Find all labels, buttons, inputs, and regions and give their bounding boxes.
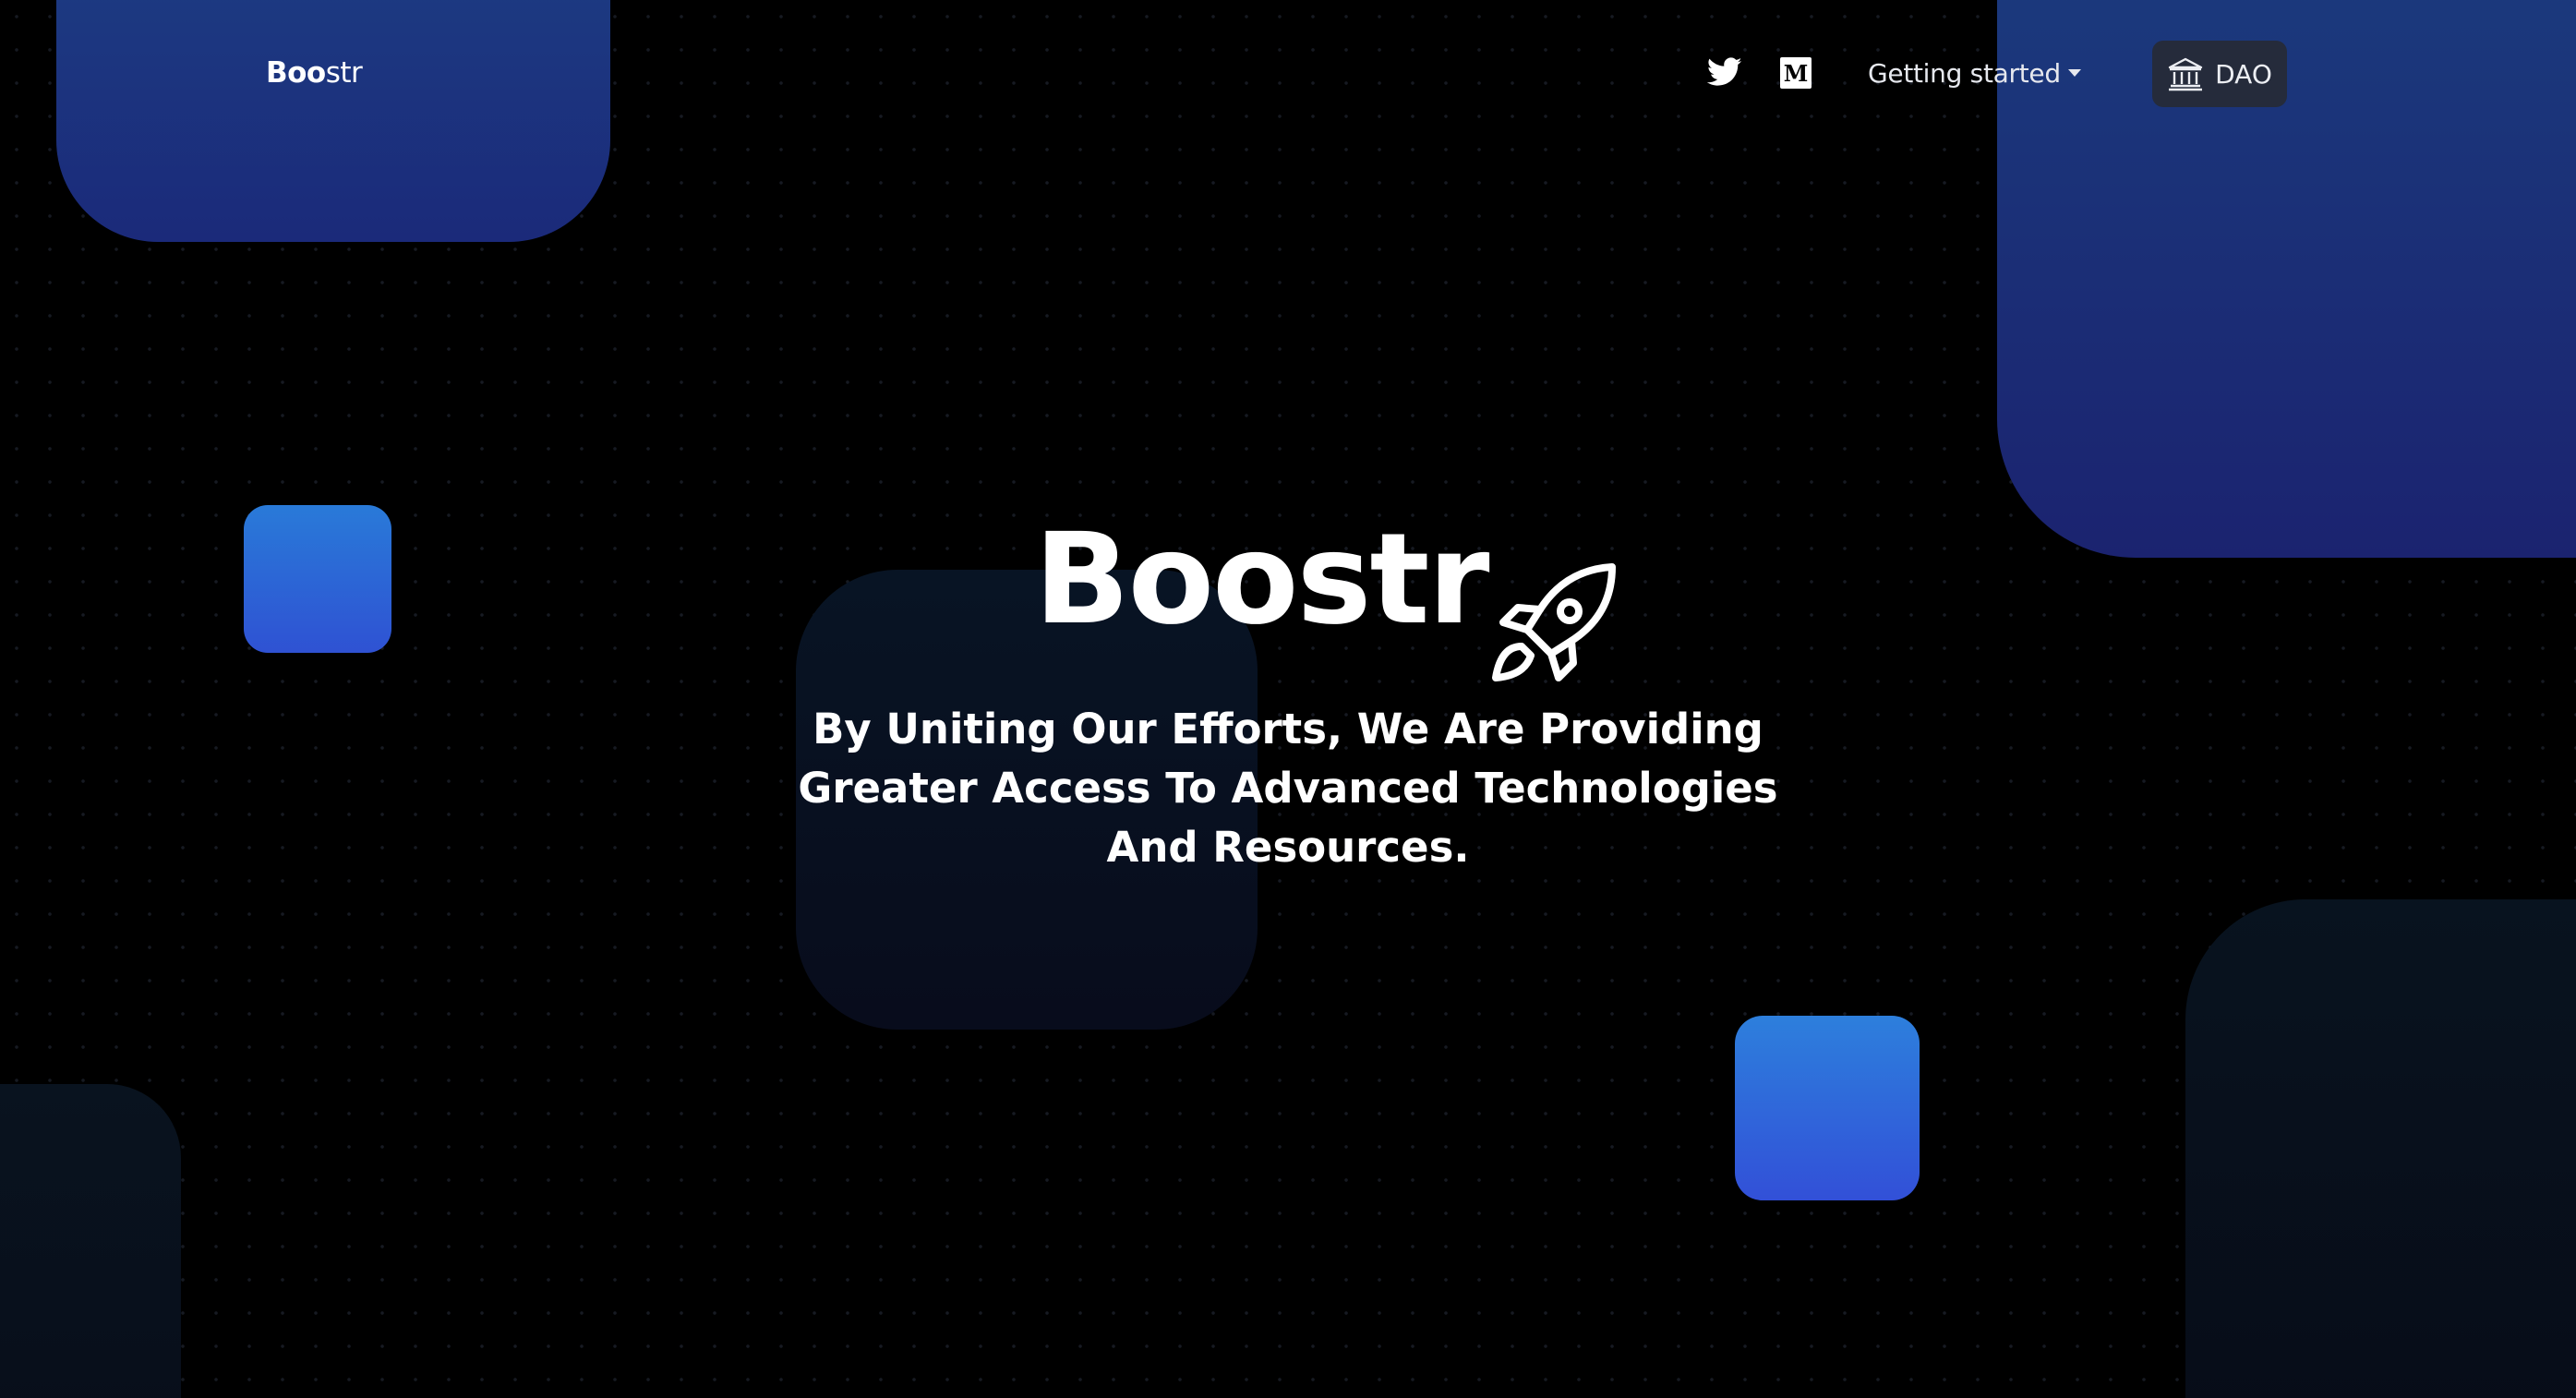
getting-started-label: Getting started — [1868, 57, 2061, 89]
decorative-shape-top-left — [56, 0, 610, 242]
medium-icon: M — [1780, 57, 1812, 89]
hero-subtitle: By Uniting Our Efforts, We Are Providing… — [798, 705, 1778, 872]
decorative-square-right — [1735, 1016, 1920, 1200]
landing-page: Boostr M Getting started DAO Boostr By U… — [0, 0, 2576, 1398]
dao-button[interactable]: DAO — [2152, 41, 2287, 107]
hero-title: Boostr — [1034, 507, 1490, 653]
twitter-link[interactable] — [1706, 55, 1743, 89]
decorative-shape-bottom-left — [0, 1084, 181, 1398]
logo-bold-part: Boo — [266, 56, 326, 90]
caret-down-icon — [2067, 69, 2081, 77]
decorative-square-left — [244, 505, 391, 653]
rocket-icon — [1492, 563, 1616, 681]
dao-label: DAO — [2215, 58, 2272, 90]
twitter-icon — [1707, 57, 1742, 86]
getting-started-dropdown[interactable]: Getting started — [1868, 54, 2081, 92]
svg-text:M: M — [1784, 60, 1809, 87]
decorative-shape-bottom-right — [2185, 899, 2576, 1398]
site-logo[interactable]: Boostr — [266, 54, 363, 92]
bank-icon — [2168, 57, 2203, 91]
medium-link[interactable]: M — [1780, 57, 1812, 89]
logo-light-part: str — [325, 56, 363, 90]
